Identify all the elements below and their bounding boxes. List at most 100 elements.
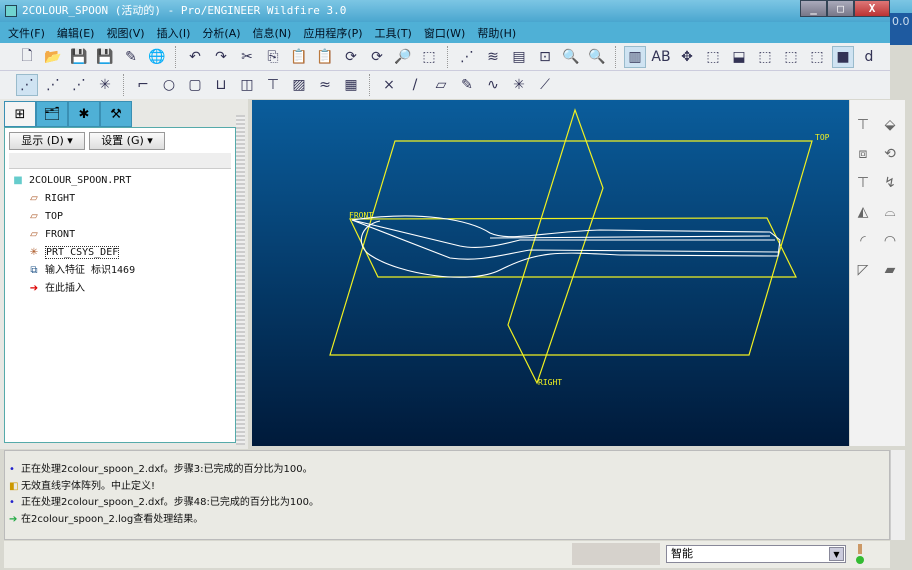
draft-check-icon[interactable]: ⊤ xyxy=(852,172,874,194)
sweep-icon[interactable]: ↯ xyxy=(879,172,901,194)
right-datum-plane[interactable] xyxy=(507,108,604,385)
surface-icon[interactable]: ≈ xyxy=(314,74,336,96)
round-icon[interactable]: ◜ xyxy=(852,230,874,252)
graphics-window[interactable]: FRONT TOP RIGHT xyxy=(252,100,849,446)
csys-icon[interactable]: ✳ xyxy=(508,74,530,96)
new-file-icon[interactable]: 🗋 xyxy=(16,46,38,68)
view-manager-icon[interactable]: ▤ xyxy=(508,46,530,68)
save-copy-icon[interactable]: 💾 xyxy=(94,46,116,68)
panel-splitter[interactable] xyxy=(236,115,245,445)
color-appearance-icon[interactable]: ▥ xyxy=(624,45,646,68)
box-icon[interactable]: ▢ xyxy=(184,74,206,96)
shell-icon[interactable]: ⊔ xyxy=(210,74,232,96)
show-dropdown[interactable]: 显示 (D) ▾ xyxy=(9,132,85,150)
grid-icon[interactable]: ▦ xyxy=(340,74,362,96)
menu-item[interactable]: 工具(T) xyxy=(375,25,412,41)
name-icon[interactable]: AB xyxy=(650,46,672,68)
menu-item[interactable]: 应用程序(P) xyxy=(303,25,362,41)
open-icon[interactable]: 📂 xyxy=(42,46,64,68)
datum-plane-display-icon[interactable]: ⋰ xyxy=(16,74,38,96)
point-icon[interactable]: × xyxy=(378,74,400,96)
refit-icon[interactable]: ⊡ xyxy=(534,46,556,68)
spoon-geometry[interactable] xyxy=(351,215,781,278)
dimension-icon[interactable]: d xyxy=(858,46,880,68)
favorites-tab[interactable]: ✱ xyxy=(68,101,100,127)
axis-icon[interactable]: / xyxy=(404,74,426,96)
rib-icon[interactable]: ◫ xyxy=(236,74,258,96)
selection-filter-select[interactable]: 智能 ▼ xyxy=(666,545,846,563)
select-window-icon[interactable]: ⬚ xyxy=(702,46,724,68)
select-box-icon[interactable]: ⬚ xyxy=(418,46,440,68)
menu-item[interactable]: 文件(F) xyxy=(8,25,45,41)
top-datum-plane[interactable] xyxy=(329,140,813,356)
pattern-icon[interactable]: ▨ xyxy=(288,74,310,96)
menu-item[interactable]: 分析(A) xyxy=(202,25,240,41)
draft-feature-icon[interactable]: ⊤ xyxy=(852,114,874,136)
globe-icon[interactable]: 🌐 xyxy=(146,46,168,68)
extrude-icon[interactable]: ⬙ xyxy=(879,114,901,136)
menu-item[interactable]: 编辑(E) xyxy=(57,25,95,41)
menu-item[interactable]: 信息(N) xyxy=(253,25,292,41)
curve-icon[interactable]: ∿ xyxy=(482,74,504,96)
undo-icon[interactable]: ↶ xyxy=(184,46,206,68)
cut-icon[interactable]: ✂ xyxy=(236,46,258,68)
plane-icon[interactable]: ▱ xyxy=(430,74,452,96)
sketch-icon[interactable]: ✎ xyxy=(456,74,478,96)
chamfer-icon[interactable]: ◸ xyxy=(852,259,874,281)
zoom-out-icon[interactable]: 🔍 xyxy=(586,46,608,68)
wireframe-icon[interactable]: ⬚ xyxy=(754,46,776,68)
message-scrollbar[interactable] xyxy=(890,450,905,540)
tools-tab[interactable]: ⚒ xyxy=(100,101,132,127)
menu-item[interactable]: 视图(V) xyxy=(106,25,144,41)
zoom-in-icon[interactable]: 🔍 xyxy=(560,46,582,68)
orient-icon[interactable]: ⬓ xyxy=(728,46,750,68)
maximize-button[interactable]: □ xyxy=(827,0,854,17)
model-tree-tab[interactable]: ⊞ xyxy=(4,101,36,127)
save-icon[interactable]: 💾 xyxy=(68,46,90,68)
datum-point-display-icon[interactable]: ⋰ xyxy=(68,74,90,96)
tree-item[interactable]: ▱ TOP xyxy=(27,208,63,226)
analysis-icon[interactable]: ⟋ xyxy=(534,74,556,96)
spin-center-icon[interactable]: ✥ xyxy=(676,46,698,68)
datum-axis-display-icon[interactable]: ⋰ xyxy=(42,74,64,96)
datum-display-icon[interactable]: ⋰ xyxy=(456,46,478,68)
redo-icon[interactable]: ↷ xyxy=(210,46,232,68)
shading-icon[interactable]: ■ xyxy=(832,45,854,68)
csys-display-icon[interactable]: ✳ xyxy=(94,74,116,96)
edge-icon[interactable]: ⌐ xyxy=(132,74,154,96)
paste-icon[interactable]: 📋 xyxy=(288,46,310,68)
solidify-icon[interactable]: ▰ xyxy=(879,259,901,281)
folder-tab[interactable]: 🗂 xyxy=(36,101,68,127)
tree-item[interactable]: ▱ RIGHT xyxy=(27,190,75,208)
menu-item[interactable]: 帮助(H) xyxy=(477,25,516,41)
paste-special-icon[interactable]: 📋 xyxy=(314,46,336,68)
tree-item[interactable]: ■ 2COLOUR_SPOON.PRT xyxy=(11,172,131,190)
revolve-icon[interactable]: ⟲ xyxy=(879,143,901,165)
draft-icon[interactable]: ⊤ xyxy=(262,74,284,96)
no-hidden-icon[interactable]: ⬚ xyxy=(806,46,828,68)
chevron-down-icon[interactable]: ▼ xyxy=(829,547,844,561)
tree-item[interactable]: ▱ FRONT xyxy=(27,226,75,244)
tree-item[interactable]: ⧉ 输入特征 标识1469 xyxy=(27,262,135,280)
offset-icon[interactable]: ⧈ xyxy=(852,143,874,165)
fill-icon[interactable]: ◠ xyxy=(879,230,901,252)
tree-item[interactable]: ✳ PRT_CSYS_DEF xyxy=(27,244,120,262)
blend-icon[interactable]: ◭ xyxy=(852,201,874,223)
boundary-surface-icon[interactable]: ⌓ xyxy=(879,201,901,223)
tree-item[interactable]: ➔ 在此插入 xyxy=(27,280,85,298)
menu-item[interactable]: 插入(I) xyxy=(157,25,191,41)
find-icon[interactable]: 🔎 xyxy=(392,46,414,68)
filter-value: 智能 xyxy=(671,547,693,560)
hidden-line-icon[interactable]: ⬚ xyxy=(780,46,802,68)
settings-dropdown[interactable]: 设置 (G) ▾ xyxy=(89,132,165,150)
copy-icon[interactable]: ⎘ xyxy=(262,46,284,68)
menu-item[interactable]: 窗口(W) xyxy=(424,25,465,41)
regenerate-icon[interactable]: ⟳ xyxy=(340,46,362,68)
regen-manager-icon[interactable]: ⟳ xyxy=(366,46,388,68)
minimize-button[interactable]: _ xyxy=(800,0,827,17)
front-datum-plane[interactable] xyxy=(349,217,797,278)
circle-icon[interactable]: ○ xyxy=(158,74,180,96)
edit-icon[interactable]: ✎ xyxy=(120,46,142,68)
layers-icon[interactable]: ≋ xyxy=(482,46,504,68)
close-button[interactable]: X xyxy=(854,0,890,17)
